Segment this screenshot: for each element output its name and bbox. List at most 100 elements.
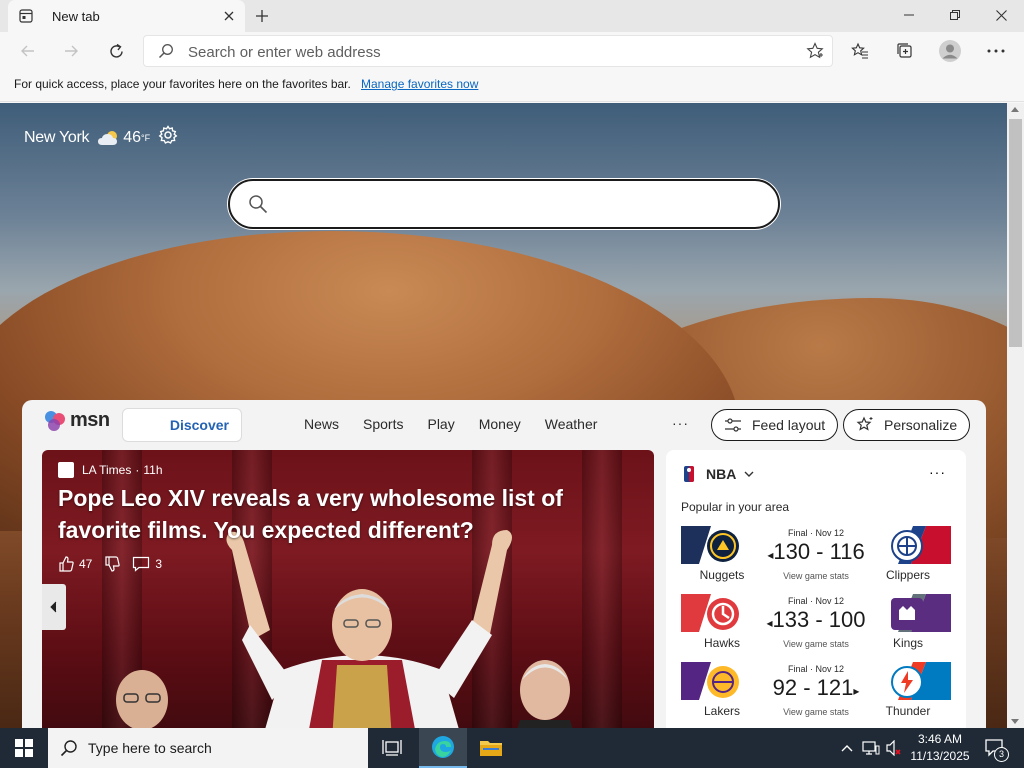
discover-tab[interactable]: Discover: [122, 408, 242, 442]
view-game-stats-link[interactable]: View game stats: [751, 707, 881, 717]
forward-button[interactable]: [57, 37, 85, 65]
nav-news[interactable]: News: [304, 416, 339, 432]
like-count: 47: [79, 557, 93, 571]
search-icon: [60, 740, 77, 757]
nav-money[interactable]: Money: [479, 416, 521, 432]
story-headline[interactable]: Pope Leo XIV reveals a very wholesome li…: [58, 482, 618, 546]
taskbar-clock[interactable]: 3:46 AM 11/13/2025: [900, 731, 980, 765]
windows-logo-icon: [15, 739, 33, 757]
folder-icon: [480, 741, 502, 756]
restore-button[interactable]: [932, 0, 978, 30]
feed-layout-label: Feed layout: [752, 417, 826, 433]
game-score-value: 92 - 121: [772, 675, 854, 700]
game-card[interactable]: Final · Nov 12 ◂130 - 116 Nuggets Clippe…: [681, 526, 951, 588]
like-button[interactable]: 47: [58, 556, 92, 572]
game-card[interactable]: Final · Nov 12 ◂133 - 100 Hawks Kings Vi…: [681, 594, 951, 656]
comments-button[interactable]: 3: [132, 556, 162, 572]
home-team: Lakers: [703, 704, 741, 718]
nav-more-button[interactable]: ···: [672, 415, 689, 431]
taskbar-edge-app[interactable]: [419, 728, 467, 768]
close-window-button[interactable]: [978, 0, 1024, 30]
nba-more-button[interactable]: ···: [929, 464, 946, 480]
hero-photo-figures: [226, 530, 512, 728]
action-center-button[interactable]: 3: [980, 728, 1010, 768]
story-age: 11h: [143, 463, 163, 477]
search-icon: [158, 43, 174, 64]
taskbar-file-explorer-app[interactable]: [467, 728, 515, 768]
hero-photo-bystander: [116, 670, 168, 728]
tab-new-tab[interactable]: New tab: [8, 0, 245, 32]
web-search-box[interactable]: [228, 179, 780, 229]
address-bar[interactable]: Search or enter web address: [143, 35, 833, 67]
msn-feed-panel: msn Discover News Sports Play Money Weat…: [22, 400, 986, 728]
dislike-button[interactable]: [104, 556, 121, 572]
new-tab-button[interactable]: [250, 4, 274, 28]
thumbs-down-icon: [105, 556, 121, 572]
nav-sports[interactable]: Sports: [363, 416, 403, 432]
nba-card-header[interactable]: NBA: [684, 466, 754, 482]
start-button[interactable]: [0, 728, 48, 768]
personalize-button[interactable]: Personalize: [843, 409, 971, 441]
show-hidden-icons-button[interactable]: [838, 728, 856, 768]
scroll-up-arrow-icon[interactable]: [1011, 107, 1019, 112]
temperature-unit: °F: [141, 132, 151, 143]
favorites-icon[interactable]: [846, 37, 874, 65]
notification-count: 3: [994, 747, 1009, 762]
personalize-label: Personalize: [884, 417, 958, 433]
task-view-button[interactable]: [368, 728, 416, 768]
story-source: LA Times · 11h: [58, 462, 163, 478]
edge-browser-icon: [432, 736, 454, 758]
comment-count: 3: [155, 557, 163, 571]
new-tab-page-icon: [18, 8, 34, 24]
add-favorite-star-icon[interactable]: [806, 42, 824, 65]
manage-favorites-link[interactable]: Manage favorites now: [361, 77, 478, 91]
nba-logo-icon: [684, 466, 694, 482]
weather-widget[interactable]: New York 46 °F: [24, 125, 178, 150]
clock-date: 11/13/2025: [910, 749, 970, 763]
refresh-button[interactable]: [102, 37, 130, 65]
view-game-stats-link[interactable]: View game stats: [751, 571, 881, 581]
profile-avatar[interactable]: [936, 37, 964, 65]
sliders-icon: [725, 418, 741, 432]
page-settings-gear-icon[interactable]: [158, 125, 178, 150]
taskbar-search-box[interactable]: Type here to search: [48, 728, 368, 768]
nba-scores-card: NBA ··· Popular in your area Final · Nov…: [666, 450, 966, 728]
hawks-logo: [707, 598, 739, 630]
scrollbar-thumb[interactable]: [1009, 119, 1022, 347]
title-bar: New tab: [0, 0, 1024, 32]
favorites-bar-message: For quick access, place your favorites h…: [14, 77, 351, 91]
story-reactions: 47 3: [58, 556, 162, 572]
settings-more-icon[interactable]: [982, 37, 1010, 65]
new-tab-page: New York 46 °F msn Discover News Sports P…: [0, 103, 1007, 728]
collections-icon[interactable]: [891, 37, 919, 65]
network-icon[interactable]: [860, 728, 882, 768]
scroll-down-arrow-icon[interactable]: [1011, 719, 1019, 724]
cloudy-weather-icon: [98, 130, 118, 145]
web-search-input[interactable]: [280, 191, 750, 217]
favorites-bar: For quick access, place your favorites h…: [0, 70, 1024, 102]
hero-story-card[interactable]: LA Times · 11h Pope Leo XIV reveals a ve…: [42, 450, 654, 728]
view-game-stats-link[interactable]: View game stats: [751, 639, 881, 649]
page-scrollbar[interactable]: [1007, 103, 1024, 728]
source-separator: ·: [135, 463, 140, 477]
minimize-button[interactable]: [886, 0, 932, 30]
feed-layout-button[interactable]: Feed layout: [711, 409, 839, 441]
close-tab-icon[interactable]: [217, 4, 241, 28]
chevron-down-icon: [744, 471, 754, 477]
game-score-value: 133 - 100: [772, 607, 866, 632]
game-card[interactable]: Final · Nov 12 92 - 121▸ Lakers Thunder …: [681, 662, 951, 724]
away-team: Thunder: [885, 704, 931, 718]
home-team: Nuggets: [699, 568, 745, 582]
nav-weather[interactable]: Weather: [545, 416, 598, 432]
thunder-logo: [891, 666, 923, 698]
back-button[interactable]: [14, 37, 42, 65]
home-team: Hawks: [703, 636, 740, 650]
clock-time: 3:46 AM: [917, 732, 963, 746]
nuggets-logo: [707, 530, 739, 562]
carousel-previous-button[interactable]: [42, 584, 66, 630]
nav-play[interactable]: Play: [427, 416, 454, 432]
game-score: 92 - 121▸: [772, 675, 860, 700]
taskbar-search-placeholder: Type here to search: [88, 740, 212, 756]
search-icon: [248, 194, 268, 219]
msn-logo[interactable]: msn: [44, 409, 110, 432]
